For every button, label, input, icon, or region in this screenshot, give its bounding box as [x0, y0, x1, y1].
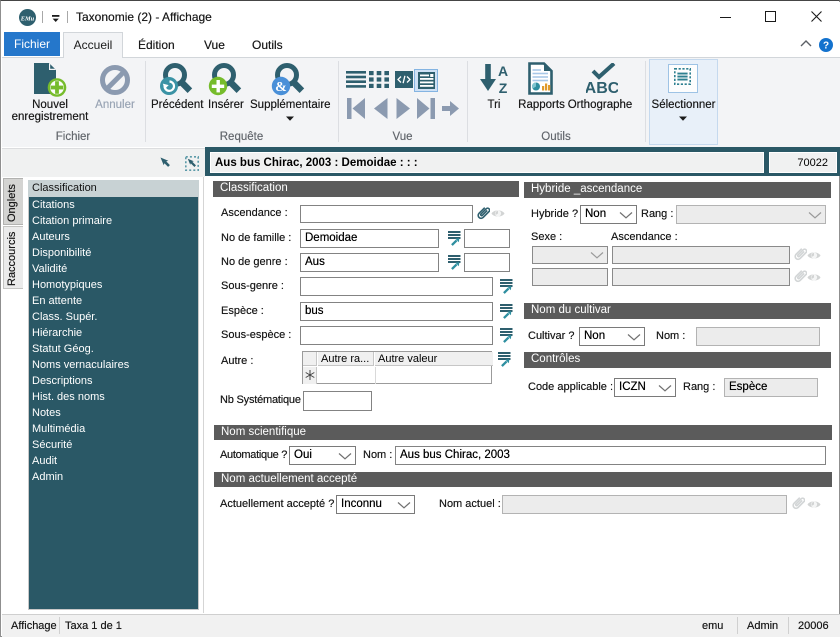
svg-text:Z: Z [499, 80, 508, 95]
svg-text:?: ? [823, 41, 829, 52]
svg-text:EMu: EMu [20, 15, 35, 22]
svg-text:A: A [498, 63, 508, 79]
svg-text:ABC: ABC [586, 80, 618, 95]
svg-text:&: & [275, 80, 287, 95]
